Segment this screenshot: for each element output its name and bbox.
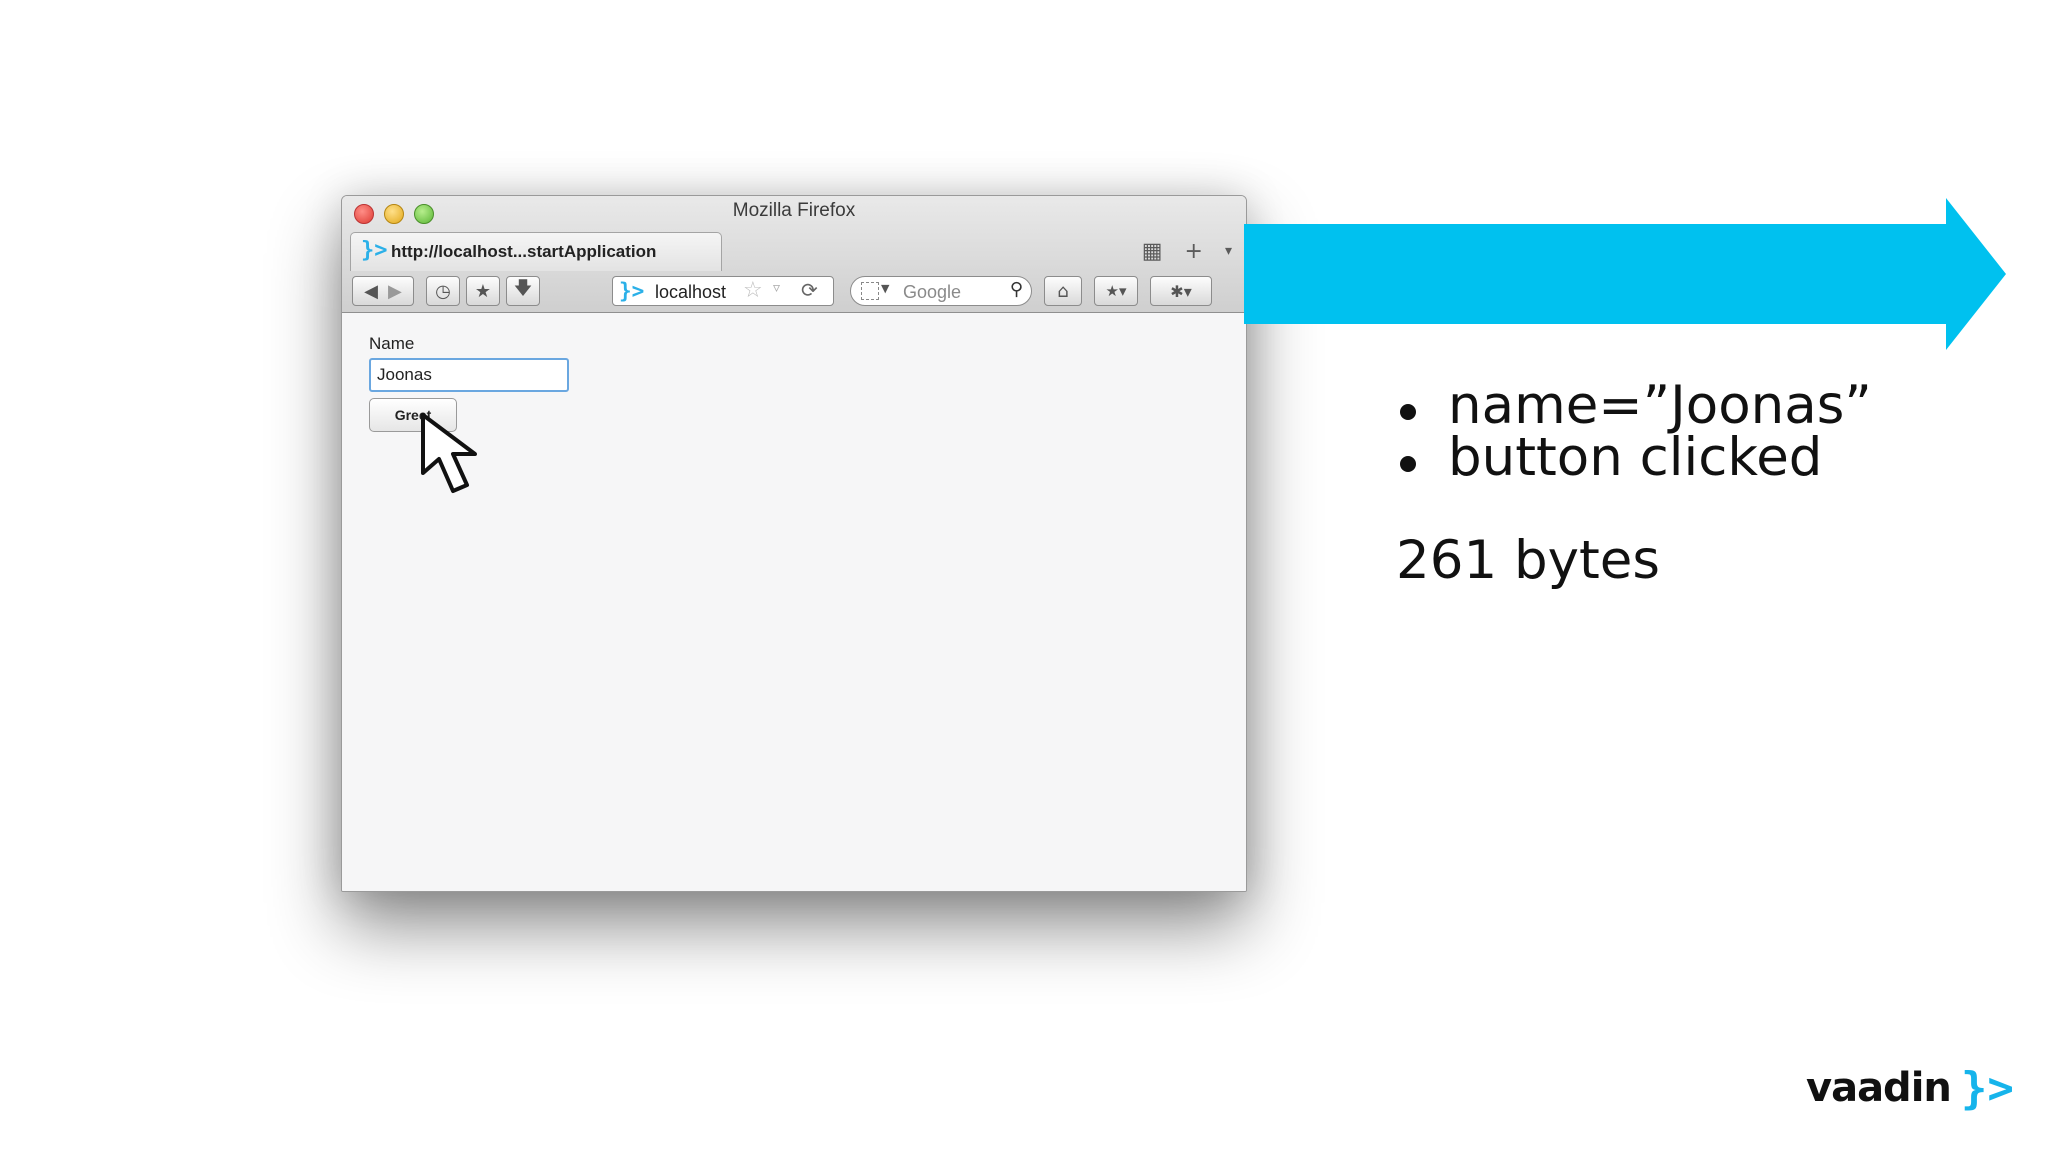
logo-mark: }>: [1960, 1062, 2014, 1114]
search-icon[interactable]: ⚲: [1010, 279, 1023, 300]
list-tabs-chevron-icon[interactable]: ▾: [1225, 243, 1232, 259]
vaadin-logo-icon: }>: [361, 238, 388, 263]
site-identity-icon: }>: [619, 279, 645, 303]
request-details-list: name=”Joonas” button clicked: [1394, 379, 1872, 484]
mouse-pointer-icon: [421, 413, 477, 493]
bookmark-star-icon[interactable]: ☆: [743, 278, 763, 303]
url-text: localhost: [655, 282, 727, 302]
search-engine-icon[interactable]: [861, 282, 879, 300]
payload-size: 261 bytes: [1396, 530, 1661, 591]
search-bar[interactable]: ▼ Google ⚲: [850, 276, 1032, 306]
address-bar[interactable]: }> localhost ☆ ▿ ⟳: [612, 276, 834, 306]
bookmark-star-icon: ★: [474, 280, 492, 302]
download-arrow-icon: 🡇: [513, 278, 533, 299]
search-engine-chevron-icon[interactable]: ▼: [881, 282, 889, 295]
bookmarks-button[interactable]: ★: [466, 276, 500, 306]
forward-icon[interactable]: ▶: [388, 281, 402, 302]
window-title: Mozilla Firefox: [732, 200, 856, 221]
back-icon[interactable]: ◀: [364, 281, 378, 302]
puzzle-icon: ✱▾: [1170, 281, 1192, 301]
bullet-button-clicked: button clicked: [1394, 431, 1872, 484]
bookmarks-menu-button[interactable]: ★▾: [1094, 276, 1138, 306]
downloads-button[interactable]: 🡇: [506, 276, 540, 306]
home-button[interactable]: ⌂: [1044, 276, 1082, 306]
logo-wordmark: vaadin: [1806, 1065, 1952, 1111]
url-history-chevron-icon[interactable]: ▿: [773, 280, 780, 296]
name-input[interactable]: [369, 358, 569, 392]
back-forward-group: ◀ ▶: [352, 276, 414, 306]
nav-toolbar: ◀ ▶ ◷ ★ 🡇 }> localhost ☆ ▿ ⟳ ▼ Google ⚲ …: [342, 270, 1246, 312]
reload-icon[interactable]: ⟳: [801, 278, 818, 302]
search-placeholder: Google: [903, 282, 962, 302]
window-titlebar: Mozilla Firefox }> http://localhost...st…: [342, 196, 1246, 313]
bookmarks-menu-icon: ★▾: [1105, 282, 1127, 300]
vaadin-logo: vaadin }>: [1806, 1060, 2014, 1116]
page-content: Name Greet: [342, 313, 1246, 891]
new-tab-icon[interactable]: +: [1185, 239, 1203, 264]
name-field-label: Name: [369, 334, 415, 353]
addon-menu-button[interactable]: ✱▾: [1150, 276, 1212, 306]
browser-window: Mozilla Firefox }> http://localhost...st…: [341, 195, 1247, 892]
tab-label: http://localhost...startApplication: [391, 242, 657, 261]
history-button[interactable]: ◷: [426, 276, 460, 306]
bullet-name-param: name=”Joonas”: [1394, 379, 1872, 432]
browser-tab[interactable]: }> http://localhost...startApplication: [350, 232, 722, 271]
tabbar-controls: ▦ + ▾: [1142, 236, 1232, 266]
clock-icon: ◷: [435, 280, 451, 302]
data-flow-arrow: [1244, 198, 2006, 350]
tab-groups-icon[interactable]: ▦: [1142, 239, 1163, 264]
home-icon: ⌂: [1057, 280, 1069, 302]
